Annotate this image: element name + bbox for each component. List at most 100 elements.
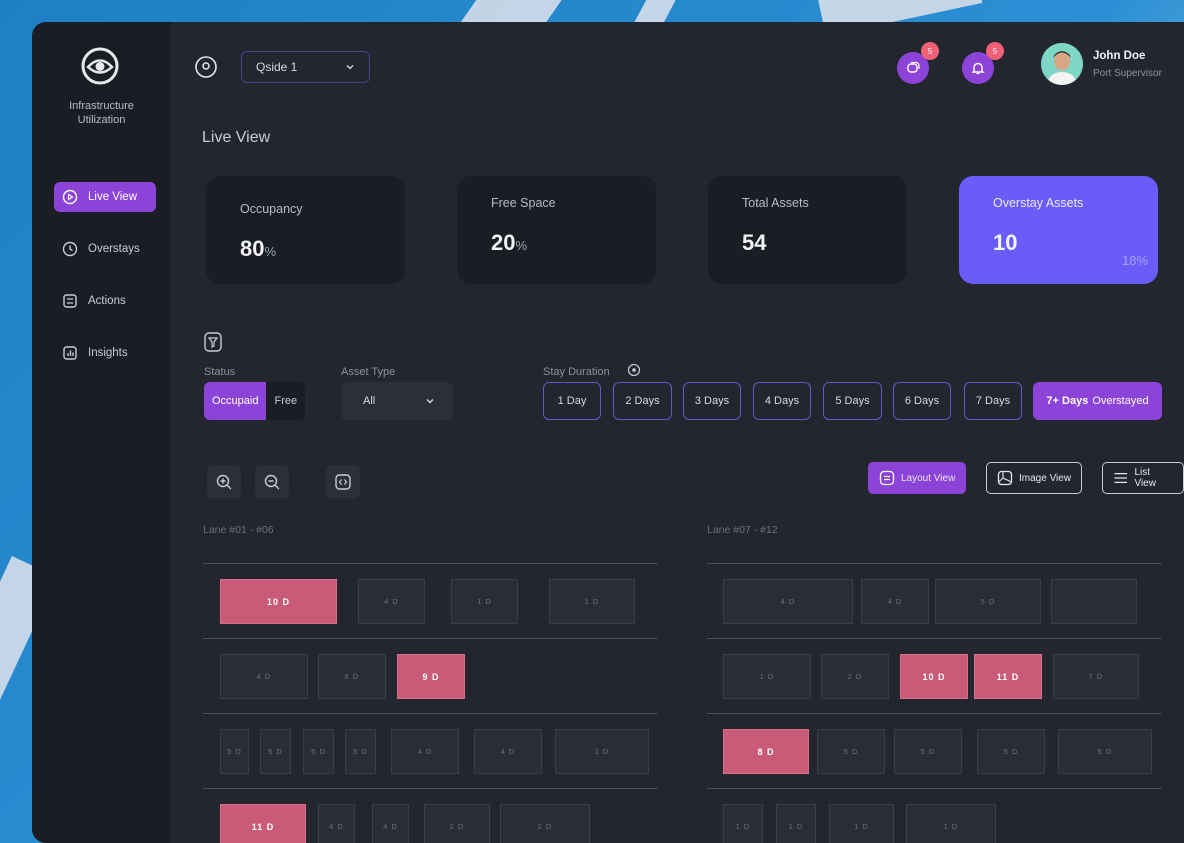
total-assets-card: Total Assets 54 [708,176,907,284]
sidebar-item-label: Overstays [88,243,140,255]
parking-slot[interactable]: 5 D [977,729,1045,774]
sidebar-item-insights[interactable]: Insights [54,338,156,368]
zoom-in-button[interactable] [207,465,241,499]
zoom-in-icon [216,474,232,490]
parking-slot[interactable]: 5 D [817,729,885,774]
lane-row: 1 D2 D 10 D 11 D7 D [707,638,1162,713]
parking-slot[interactable]: 5 D [1058,729,1152,774]
parking-slot[interactable]: 1 D [906,804,996,843]
duration-4-days-button[interactable]: 4 Days [753,382,811,420]
close-circle-icon[interactable] [627,363,641,377]
duration-overstayed-button[interactable]: 7+ Days Overstayed [1033,382,1162,420]
status-option-occupied[interactable]: Occupaid [204,382,267,420]
parking-slot[interactable]: 2 D [424,804,490,843]
list-view-button[interactable]: List View [1102,462,1184,494]
parking-slot[interactable]: 1 D [549,579,635,624]
zoom-out-button[interactable] [255,465,289,499]
brand-name: Infrastructure Utilization [69,100,134,126]
parking-slot[interactable]: 4 D [220,654,308,699]
sidebar-item-actions[interactable]: Actions [54,286,156,316]
fit-view-button[interactable] [326,465,360,499]
status-option-free[interactable]: Free [266,382,305,420]
parking-slot-overstay[interactable]: 10 D [900,654,968,699]
parking-slot[interactable]: 1 D [723,804,763,843]
parking-slot-overstay[interactable]: 11 D [220,804,306,843]
sidebar-item-label: Insights [88,347,128,359]
image-view-button[interactable]: Image View [986,462,1083,494]
site-select[interactable]: Qside 1 [241,51,370,83]
parking-slot[interactable]: 4 D [372,804,409,843]
lane-row: 11 D 4 D 4 D 2 D 2 D [203,788,658,843]
parking-slot[interactable]: 4 D [723,579,853,624]
list-view-label: List View [1134,467,1156,489]
card-value: 54 [742,230,767,255]
parking-slot[interactable]: 5 D [894,729,962,774]
messages-badge: 5 [921,42,939,60]
parking-slot[interactable]: 1 D [723,654,811,699]
parking-slot-overstay[interactable]: 11 D [974,654,1042,699]
overstay-assets-card[interactable]: Overstay Assets 10 18% [959,176,1158,284]
parking-slot[interactable]: 5 D [260,729,291,774]
parking-slot[interactable]: 5 D [935,579,1041,624]
sidebar-item-label: Live View [88,191,138,203]
parking-slot[interactable]: 4 D [861,579,929,624]
duration-5-days-button[interactable]: 5 Days [823,382,882,420]
parking-slot[interactable]: 1 D [555,729,649,774]
parking-slot-overstay[interactable]: 8 D [723,729,809,774]
overstay-bold-label: 7+ Days [1046,395,1089,407]
zoom-out-icon [264,474,280,490]
notifications-button[interactable]: 5 [962,42,1004,84]
sidebar-item-label: Actions [88,295,126,307]
duration-6-days-button[interactable]: 6 Days [893,382,951,420]
duration-3-days-button[interactable]: 3 Days [683,382,741,420]
parking-slot[interactable]: 4 D [358,579,425,624]
duration-2-days-button[interactable]: 2 Days [613,382,672,420]
lane-row: 4 D4 D5 D [707,563,1162,638]
eye-logo-icon [81,47,119,85]
parking-slot[interactable]: 1 D [776,804,816,843]
parking-slot-overstay[interactable]: 9 D [397,654,465,699]
sidebar-item-live-view[interactable]: Live View [54,182,156,212]
user-name: John Doe [1093,50,1146,62]
parking-slot[interactable]: 7 D [1053,654,1139,699]
bar-chart-icon [63,346,77,360]
lane-row: 1 D 1 D 1 D 1 D [707,788,1162,843]
parking-slot[interactable]: 5 D [303,729,334,774]
list-icon [1114,473,1128,483]
parking-slot-overstay[interactable]: 10 D [220,579,337,624]
parking-slot[interactable]: 5 D [345,729,376,774]
parking-slot[interactable]: 6 D [318,654,386,699]
parking-slot[interactable]: 1 D [829,804,894,843]
sidebar: Infrastructure Utilization Live View Ove… [32,22,171,843]
parking-slot[interactable]: 4 D [474,729,542,774]
user-avatar-icon [1041,43,1083,85]
card-value: 80% [240,236,277,261]
parking-slot[interactable]: 4 D [318,804,355,843]
filter-icon[interactable] [204,332,222,352]
overstay-percent: 18% [1121,253,1148,268]
parking-slot[interactable] [1051,579,1137,624]
asset-type-select[interactable]: All [341,382,453,420]
chevron-down-icon [426,399,434,404]
free-space-card: Free Space 20% [457,176,656,284]
card-label: Total Assets [742,196,809,210]
card-label: Occupancy [240,202,303,216]
stay-duration-label: Stay Duration [543,366,610,378]
card-label: Free Space [491,196,556,210]
parking-slot[interactable]: 4 D [391,729,459,774]
duration-7-days-button[interactable]: 7 Days [964,382,1022,420]
lane-group-01-06: Lane #01 - #06 10 D4 D1 D1 D4 D6 D9 D5 D… [203,524,658,843]
parking-slot[interactable]: 5 D [220,729,249,774]
layout-icon [879,470,895,486]
sidebar-item-overstays[interactable]: Overstays [54,234,156,264]
parking-slot[interactable]: 1 D [451,579,518,624]
location-pin-icon[interactable] [195,56,217,78]
bell-icon [971,62,985,75]
duration-1-day-button[interactable]: 1 Day [543,382,601,420]
messages-button[interactable]: 5 [897,42,939,84]
avatar[interactable] [1041,43,1083,85]
layout-view-button[interactable]: Layout View [868,462,967,494]
user-role: Port Supervisor [1093,68,1162,79]
parking-slot[interactable]: 2 D [500,804,590,843]
parking-slot[interactable]: 2 D [821,654,889,699]
